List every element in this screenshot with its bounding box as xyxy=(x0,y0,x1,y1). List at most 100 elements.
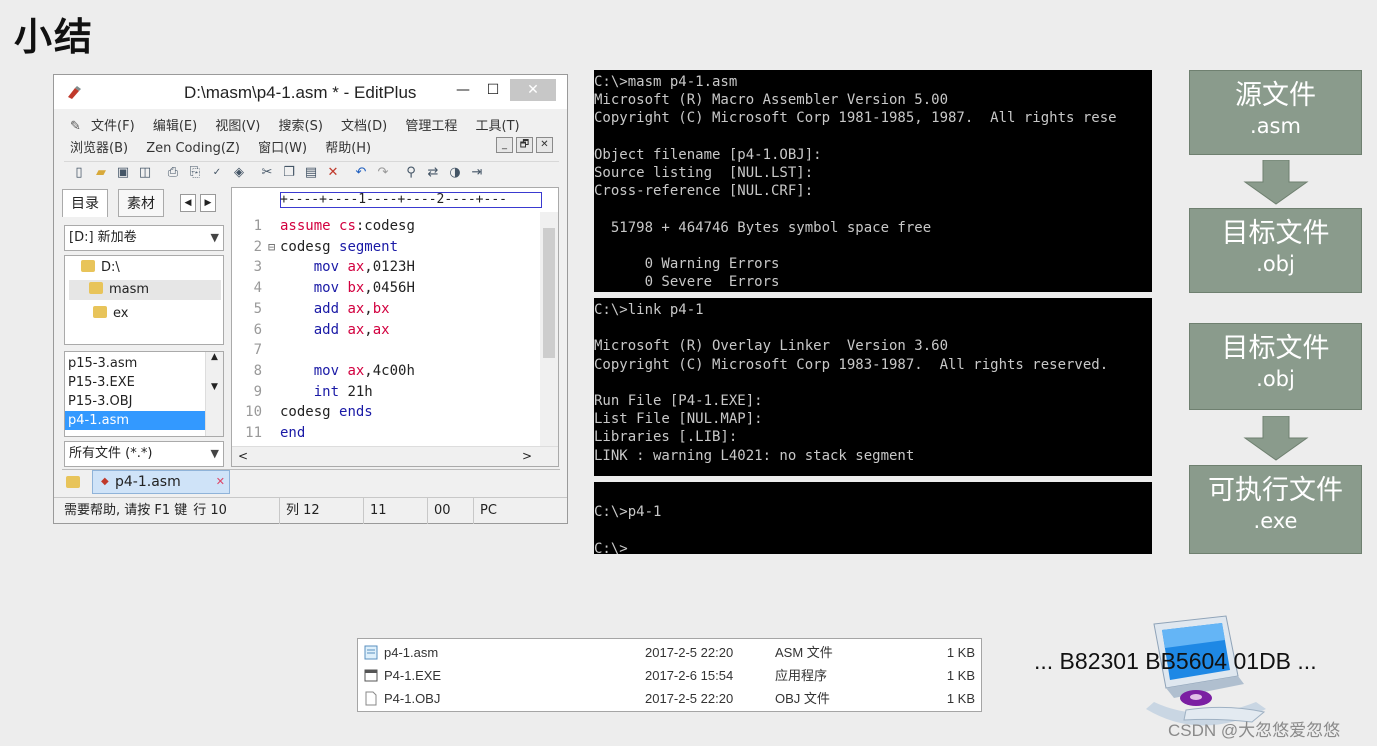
menu-view[interactable]: 视图(V) xyxy=(215,115,260,134)
table-row[interactable]: P4-1.EXE 2017-2-6 15:54 应用程序 1 KB xyxy=(358,664,981,687)
directory-panel: 目录 素材 ◀ ▶ [D:] 新加卷 ▼ D:\ masm ex p15-3.a… xyxy=(62,189,226,467)
code-token: mov xyxy=(280,280,348,297)
maximize-button[interactable]: ☐ xyxy=(480,79,506,101)
list-item[interactable]: P15-3.OBJ xyxy=(65,392,205,411)
new-file-icon[interactable]: ▯ xyxy=(70,164,88,182)
code-token: assume xyxy=(280,218,340,234)
print-icon[interactable]: ⎘ xyxy=(186,164,204,182)
save-all-icon[interactable]: ◫ xyxy=(136,164,154,182)
view-icon[interactable]: ◑ xyxy=(446,164,464,182)
status-mode: PC xyxy=(480,503,497,518)
copy-icon[interactable]: ❐ xyxy=(280,164,298,182)
drive-select[interactable]: [D:] 新加卷 ▼ xyxy=(64,225,224,251)
down-arrow-icon xyxy=(1243,416,1309,461)
menu-zen-coding[interactable]: Zen Coding(Z) xyxy=(146,141,240,156)
mdi-restore-button[interactable]: 🗗 xyxy=(516,137,533,153)
code-token: mov xyxy=(280,259,348,276)
code-line[interactable]: 5 add ax,bx xyxy=(232,299,390,319)
line-number: 3 xyxy=(253,259,262,276)
dir-item[interactable]: masm xyxy=(69,280,221,300)
code-line[interactable]: 8 mov ax,4c00h xyxy=(232,361,415,381)
doc-tab-p4-1[interactable]: ◆ p4-1.asm ✕ xyxy=(92,470,230,494)
window-title: D:\masm\p4-1.asm * - EditPlus xyxy=(184,83,417,102)
redo-icon[interactable]: ↷ xyxy=(374,164,392,182)
menu-browser[interactable]: 浏览器(B) xyxy=(70,137,128,156)
fold-icon[interactable]: ⊟ xyxy=(268,237,280,257)
dir-item[interactable]: D:\ xyxy=(81,258,120,278)
code-token: ax xyxy=(372,321,390,338)
menu-window[interactable]: 窗口(W) xyxy=(258,137,307,156)
mdi-minimize-button[interactable]: _ xyxy=(496,137,513,153)
code-token: codesg xyxy=(280,238,340,255)
list-item[interactable]: P15-3.EXE xyxy=(65,373,205,392)
code-line[interactable]: 11 end xyxy=(232,423,305,443)
delete-icon[interactable]: ✕ xyxy=(324,164,342,182)
menu-document[interactable]: 文档(D) xyxy=(341,115,387,134)
paste-icon[interactable]: ▤ xyxy=(302,164,320,182)
code-line[interactable]: 3 mov ax,0123H xyxy=(232,257,415,277)
browser-icon[interactable]: ◈ xyxy=(230,164,248,182)
menu-edit[interactable]: 编辑(E) xyxy=(153,115,197,134)
console-link: C:\>link p4-1 Microsoft (R) Overlay Linke… xyxy=(594,298,1152,476)
toolbar: ▯ ▰ ▣ ◫ ⎙ ⎘ ✓ ◈ ✂ ❐ ▤ ✕ ↶ ↷ ⚲ ⇄ ◑ ⇥ xyxy=(64,161,559,185)
code-token: bx xyxy=(347,280,365,297)
file-list: p15-3.asm P15-3.EXE P15-3.OBJ p4-1.asm ▲… xyxy=(64,351,224,437)
scroll-right-icon[interactable]: > xyxy=(522,449,532,463)
open-folder-icon[interactable]: ▰ xyxy=(92,164,110,182)
tab-directory[interactable]: 目录 xyxy=(62,189,108,217)
code-line[interactable]: 7 xyxy=(232,340,280,360)
list-item[interactable]: p15-3.asm xyxy=(65,354,205,373)
tab-prev-icon[interactable]: ◀ xyxy=(180,194,196,212)
code-token: segment xyxy=(339,238,399,255)
table-row[interactable]: P4-1.OBJ 2017-2-5 22:20 OBJ 文件 1 KB xyxy=(358,687,981,710)
file-list-scrollbar[interactable]: ▲ ▼ xyxy=(205,352,223,436)
editor-vertical-scrollbar[interactable] xyxy=(540,212,558,446)
chevron-down-icon: ▼ xyxy=(210,447,219,460)
code-line[interactable]: 10 codesg ends xyxy=(232,402,373,422)
minimize-button[interactable]: — xyxy=(450,79,476,101)
close-button[interactable]: ✕ xyxy=(510,79,556,101)
code-line[interactable]: 1 assume cs:codesg xyxy=(232,216,415,236)
save-icon[interactable]: ▣ xyxy=(114,164,132,182)
undo-icon[interactable]: ↶ xyxy=(352,164,370,182)
status-bar: 需要帮助, 请按 F1 键行 10 列 12 11 00 PC xyxy=(54,497,567,524)
list-item-selected[interactable]: p4-1.asm xyxy=(65,411,205,430)
editor-horizontal-scrollbar[interactable]: < > xyxy=(232,446,558,466)
console-line: Copyright (C) Microsoft Corp 1983-1987. … xyxy=(594,356,1109,373)
menu-file[interactable]: 文件(F) xyxy=(91,115,135,134)
code-line[interactable]: 6 add ax,ax xyxy=(232,320,390,340)
modified-dot-icon: ◆ xyxy=(101,476,109,487)
find-icon[interactable]: ⚲ xyxy=(402,164,420,182)
dir-item[interactable]: ex xyxy=(93,304,128,324)
line-number: 7 xyxy=(253,342,262,359)
code-line[interactable]: 2 ⊟ codesg segment xyxy=(232,237,398,257)
spellcheck-icon[interactable]: ✓ xyxy=(208,164,226,182)
code-editor[interactable]: +----+----1----+----2----+--- 1 assume cs… xyxy=(231,187,559,467)
indent-icon[interactable]: ⇥ xyxy=(468,164,486,182)
scrollbar-thumb[interactable] xyxy=(543,228,555,358)
flow-box-executable: 可执行文件 .exe xyxy=(1189,465,1362,554)
tab-next-icon[interactable]: ▶ xyxy=(200,194,216,212)
code-token: add xyxy=(280,321,348,338)
directory-tree: D:\ masm ex xyxy=(64,255,224,345)
code-token: ax xyxy=(347,362,365,379)
tab-clips[interactable]: 素材 xyxy=(118,189,164,217)
code-line[interactable]: 4 mov bx,0456H xyxy=(232,278,415,298)
print-preview-icon[interactable]: ⎙ xyxy=(164,164,182,182)
mdi-close-button[interactable]: ✕ xyxy=(536,137,553,153)
status-count: 11 xyxy=(364,498,428,524)
replace-icon[interactable]: ⇄ xyxy=(424,164,442,182)
close-tab-icon[interactable]: ✕ xyxy=(216,471,225,493)
menu-search[interactable]: 搜索(S) xyxy=(279,115,323,134)
filter-select[interactable]: 所有文件 (*.*) ▼ xyxy=(64,441,224,467)
status-help: 需要帮助, 请按 F1 键行 10 xyxy=(58,498,280,524)
cut-icon[interactable]: ✂ xyxy=(258,164,276,182)
scroll-left-icon[interactable]: < xyxy=(238,449,248,463)
line-number: 5 xyxy=(253,300,262,317)
code-line[interactable]: 9 int 21h xyxy=(232,382,373,402)
menu-help[interactable]: 帮助(H) xyxy=(325,137,371,156)
table-row[interactable]: p4-1.asm 2017-2-5 22:20 ASM 文件 1 KB xyxy=(358,641,981,664)
chevron-down-icon: ▼ xyxy=(210,231,219,244)
menu-tools[interactable]: 工具(T) xyxy=(476,115,520,134)
menu-project[interactable]: 管理工程 xyxy=(405,115,457,134)
